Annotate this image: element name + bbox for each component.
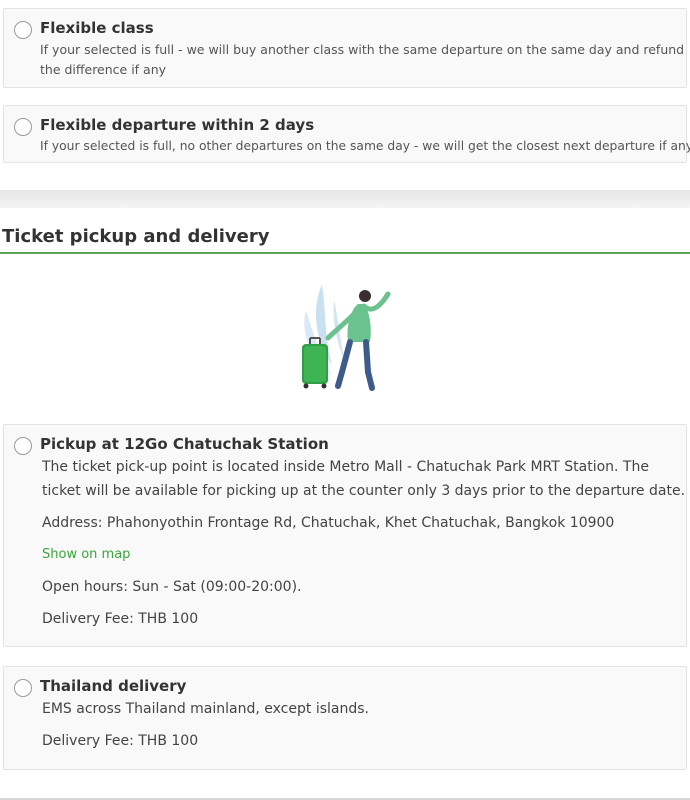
flexible-class-desc-line1: If your selected is full - we will buy a… [40, 42, 685, 57]
flexible-class-title: Flexible class [40, 19, 154, 37]
thailand-delivery-title: Thailand delivery [40, 677, 187, 695]
thailand-delivery-radio[interactable] [14, 679, 32, 697]
section-title-underline [0, 252, 690, 254]
section-divider [0, 190, 690, 208]
pickup-station-option[interactable]: Pickup at 12Go Chatuchak Station The tic… [3, 424, 687, 647]
pickup-station-desc-line1: The ticket pick-up point is located insi… [42, 459, 649, 475]
show-on-map-link[interactable]: Show on map [42, 547, 130, 562]
pickup-station-desc-line2: ticket will be available for picking up … [42, 483, 686, 499]
pickup-station-fee: Delivery Fee: THB 100 [42, 611, 199, 627]
section-title: Ticket pickup and delivery [2, 226, 270, 247]
pickup-station-title: Pickup at 12Go Chatuchak Station [40, 435, 329, 453]
flexible-class-desc-line2: the difference if any [40, 62, 167, 77]
thailand-delivery-desc: EMS across Thailand mainland, except isl… [42, 701, 369, 717]
traveler-with-suitcase-icon [302, 285, 391, 391]
flexible-departure-title: Flexible departure within 2 days [40, 116, 315, 134]
thailand-delivery-fee: Delivery Fee: THB 100 [42, 733, 199, 749]
thailand-delivery-option[interactable]: Thailand delivery EMS across Thailand ma… [3, 666, 687, 770]
pickup-station-address: Address: Phahonyothin Frontage Rd, Chatu… [42, 515, 615, 531]
flexible-departure-desc: If your selected is full, no other depar… [40, 139, 690, 153]
flexible-class-radio[interactable] [14, 21, 32, 39]
flexible-departure-option[interactable]: Flexible departure within 2 days If your… [3, 105, 690, 163]
flexible-class-option[interactable]: Flexible class If your selected is full … [3, 8, 687, 88]
pickup-station-radio[interactable] [14, 437, 32, 455]
pickup-station-hours: Open hours: Sun - Sat (09:00-20:00). [42, 579, 302, 595]
flexible-departure-radio[interactable] [14, 118, 32, 136]
